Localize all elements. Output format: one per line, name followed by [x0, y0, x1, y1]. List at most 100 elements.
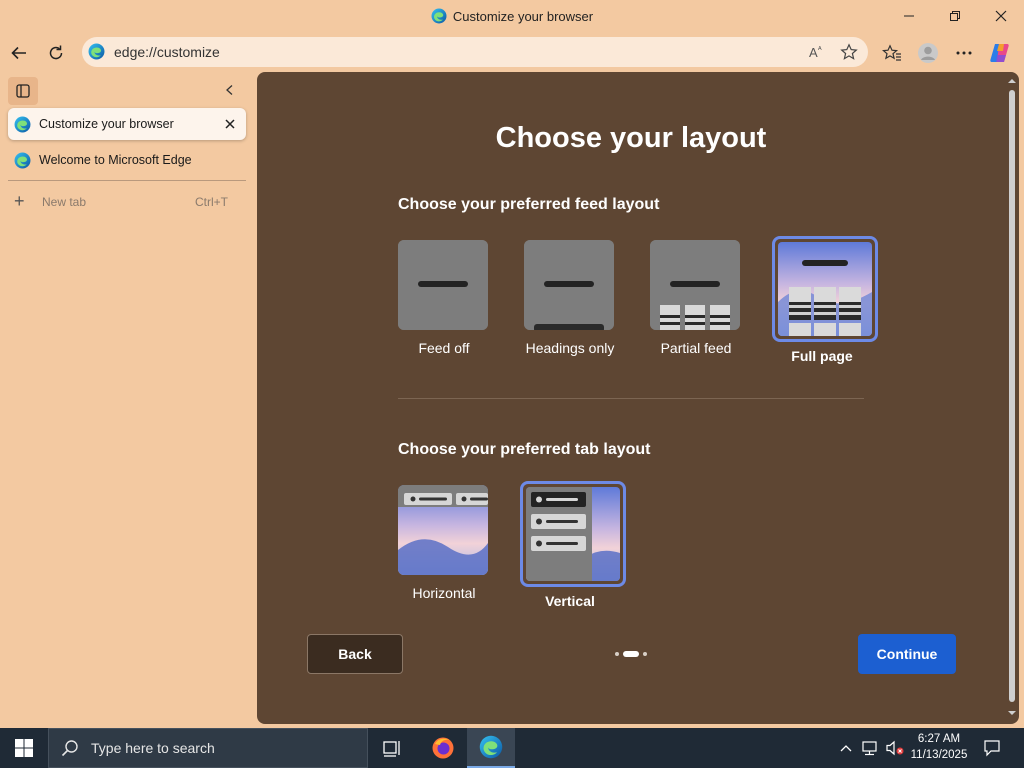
close-tab-button[interactable]	[222, 116, 238, 132]
chevron-left-icon	[226, 85, 233, 95]
vertical-tabs-thumbnail	[520, 481, 626, 587]
notification-icon	[984, 740, 1000, 757]
window-title: Customize your browser	[0, 8, 1024, 27]
page-title: Choose your layout	[495, 122, 767, 154]
windows-logo-icon	[15, 739, 33, 757]
window-title-text: Customize your browser	[452, 9, 594, 24]
step-dot	[615, 652, 619, 656]
feed-section-title: Choose your preferred feed layout	[398, 196, 660, 213]
new-tab-shortcut: Ctrl+T	[195, 195, 228, 209]
task-view-button[interactable]	[368, 728, 416, 768]
firefox-icon	[432, 737, 454, 759]
more-menu-button[interactable]	[949, 38, 979, 68]
start-button[interactable]	[0, 728, 48, 768]
option-label: Feed off	[418, 340, 470, 356]
section-divider	[398, 398, 864, 399]
close-icon	[995, 10, 1007, 22]
profile-icon	[918, 43, 938, 63]
feed-option-headings-only[interactable]: Headings only	[524, 240, 616, 360]
clock-date: 11/13/2025	[910, 749, 968, 761]
edge-logo-icon	[431, 8, 447, 27]
title-bar: Customize your browser	[0, 0, 1024, 32]
tab-label: Customize your browser	[39, 117, 174, 131]
volume-muted-icon	[886, 740, 904, 756]
address-bar[interactable]: edge://customize Aᴬ	[82, 37, 868, 67]
headings-only-thumbnail	[524, 240, 614, 330]
minimize-icon	[904, 15, 914, 17]
edge-icon	[479, 735, 503, 759]
tab-layout-option-vertical[interactable]: Vertical	[520, 481, 626, 615]
clock-time: 6:27 AM	[917, 733, 961, 745]
read-aloud-icon[interactable]: Aᴬ	[806, 41, 828, 63]
page-scrollbar[interactable]	[1005, 72, 1019, 724]
restore-button[interactable]	[932, 0, 978, 32]
customize-page: Choose your layout Choose your preferred…	[257, 72, 1019, 724]
tab-welcome-edge[interactable]: Welcome to Microsoft Edge	[8, 144, 246, 176]
search-icon	[61, 740, 78, 757]
scroll-down-icon[interactable]	[1005, 708, 1019, 718]
copilot-icon	[990, 44, 1009, 62]
volume-button[interactable]	[883, 728, 907, 768]
show-hidden-icons-button[interactable]	[834, 728, 858, 768]
feed-off-thumbnail	[398, 240, 488, 330]
option-label: Vertical	[545, 593, 595, 609]
network-button[interactable]	[859, 728, 883, 768]
option-label: Full page	[791, 348, 853, 364]
tab-customize-browser[interactable]: Customize your browser	[8, 108, 246, 140]
system-clock[interactable]: 6:27 AM 11/13/2025	[906, 731, 972, 763]
step-dot-current	[623, 651, 639, 657]
new-tab-button[interactable]: + New tab Ctrl+T	[12, 192, 238, 212]
refresh-button[interactable]	[41, 38, 71, 68]
option-label: Horizontal	[412, 585, 476, 601]
plus-icon: +	[14, 191, 25, 211]
scrollbar-thumb[interactable]	[1009, 90, 1015, 702]
restore-icon	[950, 11, 960, 21]
back-button[interactable]: Back	[307, 634, 403, 674]
vertical-tabs-icon	[16, 84, 30, 98]
taskbar: Type here to search 6:27 AM 11/13/2025	[0, 728, 1024, 768]
task-view-icon	[383, 741, 400, 757]
edge-tab-icon	[14, 116, 31, 133]
notifications-button[interactable]	[970, 728, 1014, 768]
close-icon	[225, 119, 235, 129]
continue-button[interactable]: Continue	[858, 634, 956, 674]
scroll-up-icon[interactable]	[1005, 76, 1019, 86]
option-label: Partial feed	[660, 340, 732, 356]
step-dot	[643, 652, 647, 656]
favorites-button[interactable]	[877, 38, 907, 68]
full-page-thumbnail	[772, 236, 878, 342]
feed-option-full-page[interactable]: Full page	[772, 236, 878, 370]
navigation-bar: edge://customize Aᴬ	[0, 34, 1024, 72]
network-icon	[862, 741, 877, 756]
edge-tab-icon	[14, 152, 31, 169]
favorite-star-icon[interactable]	[838, 41, 860, 63]
feed-option-off[interactable]: Feed off	[398, 240, 490, 360]
edge-page-icon	[88, 43, 105, 65]
tab-layout-section-title: Choose your preferred tab layout	[398, 441, 651, 458]
chevron-up-icon	[840, 745, 852, 752]
tab-actions-button[interactable]	[8, 77, 38, 105]
taskbar-search-box[interactable]: Type here to search	[48, 728, 368, 768]
horizontal-tabs-thumbnail	[398, 485, 488, 575]
edge-taskbar-button[interactable]	[467, 728, 515, 768]
tab-label: Welcome to Microsoft Edge	[39, 153, 192, 167]
firefox-taskbar-button[interactable]	[419, 728, 467, 768]
profile-button[interactable]	[913, 38, 943, 68]
url-text[interactable]: edge://customize	[114, 44, 220, 60]
vertical-tabs-pane: Customize your browser Welcome to Micros…	[0, 72, 256, 728]
option-label: Headings only	[525, 340, 615, 356]
tab-layout-option-horizontal[interactable]: Horizontal	[398, 485, 490, 605]
svg-text:A: A	[809, 45, 818, 60]
close-window-button[interactable]	[978, 0, 1024, 32]
new-tab-label: New tab	[42, 195, 87, 209]
minimize-button[interactable]	[886, 0, 932, 32]
collapse-pane-button[interactable]	[220, 80, 240, 100]
favorites-icon	[882, 44, 901, 61]
copilot-button[interactable]	[986, 38, 1016, 68]
back-nav-button[interactable]	[4, 38, 34, 68]
back-arrow-icon	[11, 46, 26, 60]
feed-option-partial[interactable]: Partial feed	[650, 240, 742, 360]
more-icon	[956, 51, 972, 55]
refresh-icon	[49, 45, 63, 60]
svg-text:ᴬ: ᴬ	[817, 45, 822, 54]
